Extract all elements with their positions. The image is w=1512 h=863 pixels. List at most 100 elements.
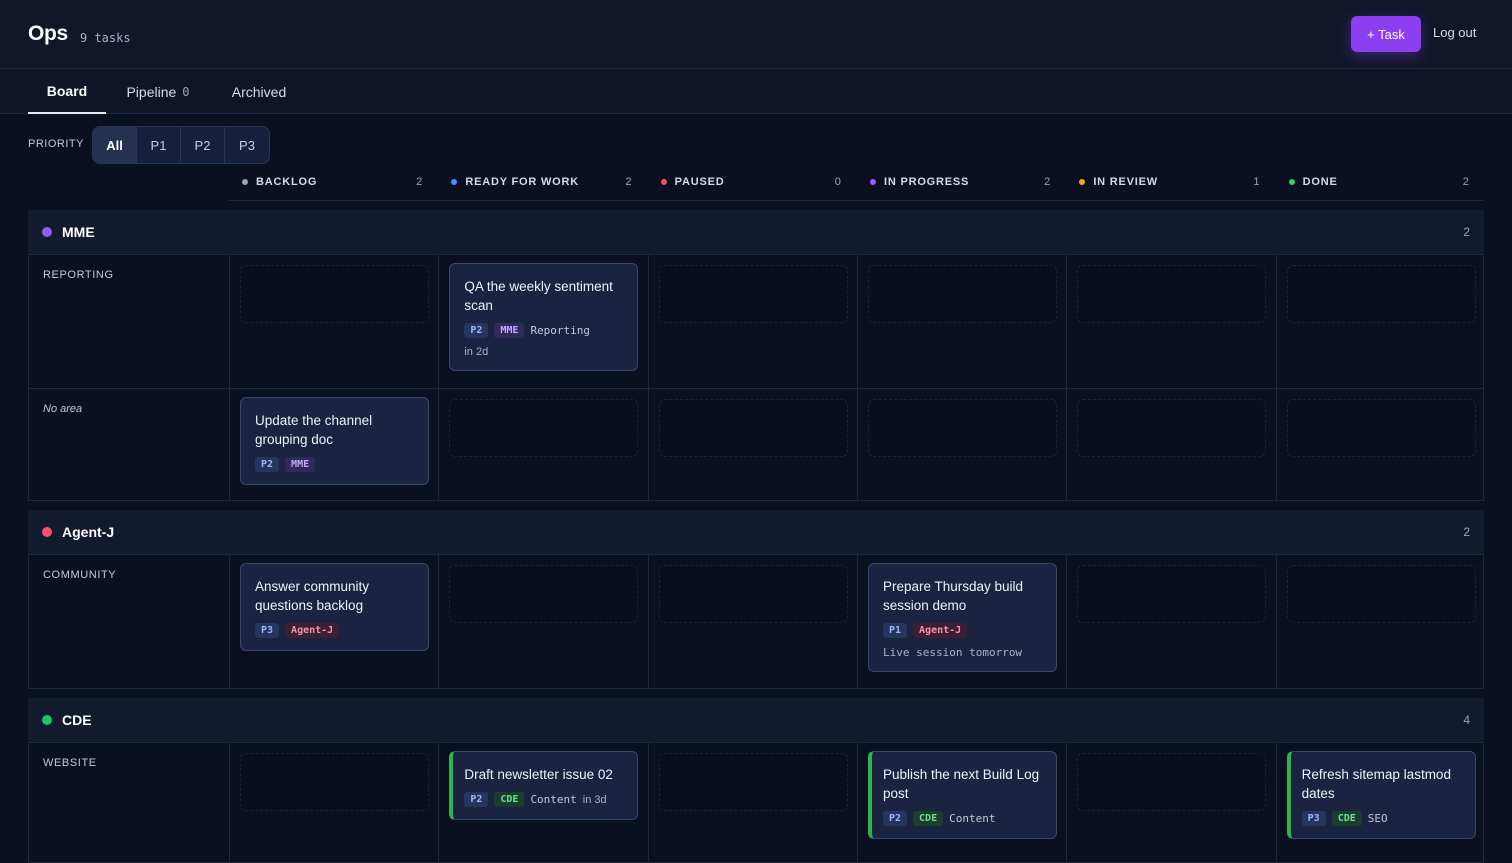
column-header-in-review[interactable]: IN REVIEW 1 xyxy=(1065,170,1274,194)
task-count: 9 tasks xyxy=(80,31,131,45)
board-cell[interactable]: Update the channel grouping doc P2 MME xyxy=(229,389,439,500)
board-cell[interactable] xyxy=(647,555,858,688)
empty-drop-zone[interactable] xyxy=(1077,399,1267,457)
board-cell[interactable]: Publish the next Build Log post P2 CDE Cont… xyxy=(856,743,1067,862)
swimlane-row-no-area: No area Update the channel grouping doc P2… xyxy=(28,389,1484,501)
tab-archived[interactable]: Archived xyxy=(218,69,300,114)
task-title: Draft newsletter issue 02 xyxy=(464,767,613,782)
status-dot-icon xyxy=(242,179,248,185)
priority-p2-button[interactable]: P2 xyxy=(181,127,225,163)
empty-drop-zone[interactable] xyxy=(658,265,848,323)
board-cell[interactable] xyxy=(438,389,648,500)
area-label: Content xyxy=(949,812,996,825)
column-header-done[interactable]: DONE 2 xyxy=(1275,170,1484,194)
project-badge: CDE xyxy=(913,811,944,826)
group-count: 2 xyxy=(1463,525,1470,539)
board-cell[interactable] xyxy=(1066,555,1276,688)
priority-all-button[interactable]: All xyxy=(93,127,137,163)
empty-drop-zone[interactable] xyxy=(1286,265,1476,323)
empty-drop-zone[interactable] xyxy=(658,565,848,623)
due-label: in 3d xyxy=(582,793,607,806)
column-count: 2 xyxy=(1462,176,1470,188)
column-count: 1 xyxy=(1253,176,1261,188)
add-task-button[interactable]: + Task xyxy=(1351,16,1421,52)
board-cell[interactable]: Answer community questions backlog P3 Agen… xyxy=(229,555,439,688)
board-cell[interactable]: QA the weekly sentiment scan P2 MME Reporti… xyxy=(438,255,648,388)
board-cell[interactable] xyxy=(856,255,1067,388)
board-cell[interactable]: Refresh sitemap lastmod dates P3 CDE SEO xyxy=(1275,743,1486,862)
swimlane-row-reporting: REPORTING QA the weekly sentiment scan P2 M… xyxy=(28,255,1484,389)
board-cell[interactable] xyxy=(229,255,439,388)
task-card[interactable]: Prepare Thursday build session demo P1 Age… xyxy=(867,563,1057,672)
column-header-ready-for-work[interactable]: READY FOR WORK 2 xyxy=(437,170,646,194)
column-title: READY FOR WORK xyxy=(465,176,579,188)
column-header-paused[interactable]: PAUSED 0 xyxy=(647,170,856,194)
tab-pipeline[interactable]: Pipeline 0 xyxy=(112,69,204,114)
board-cell[interactable] xyxy=(647,389,858,500)
task-card[interactable]: Answer community questions backlog P3 Agen… xyxy=(240,563,429,651)
group-header-agent-j[interactable]: Agent-J 2 xyxy=(28,510,1484,555)
board-cell[interactable] xyxy=(438,555,648,688)
empty-drop-zone[interactable] xyxy=(1077,265,1267,323)
board-cell[interactable] xyxy=(647,255,858,388)
column-count: 2 xyxy=(416,176,423,188)
task-title: Prepare Thursday build session demo xyxy=(882,579,1024,613)
board-cell[interactable] xyxy=(1066,389,1276,500)
empty-drop-zone[interactable] xyxy=(658,399,848,457)
tab-label: Board xyxy=(46,82,88,99)
empty-drop-zone[interactable] xyxy=(240,265,429,323)
row-label: REPORTING xyxy=(43,269,114,281)
board-cell[interactable] xyxy=(1066,743,1276,862)
board-cell[interactable]: Prepare Thursday build session demo P1 Age… xyxy=(856,555,1067,688)
view-tabs: Board Pipeline 0 Archived xyxy=(0,69,1512,114)
row-label: WEBSITE xyxy=(43,757,97,769)
empty-drop-zone[interactable] xyxy=(449,565,639,623)
empty-drop-zone[interactable] xyxy=(658,753,848,811)
empty-drop-zone[interactable] xyxy=(449,399,639,457)
board-cell[interactable] xyxy=(647,743,858,862)
priority-filter: All P1 P2 P3 xyxy=(92,126,270,164)
empty-drop-zone[interactable] xyxy=(1286,565,1476,623)
board-cell[interactable] xyxy=(1275,389,1486,500)
group-name: MME xyxy=(62,224,95,240)
empty-drop-zone[interactable] xyxy=(1077,565,1267,623)
board-cell[interactable] xyxy=(1066,255,1276,388)
tab-board[interactable]: Board xyxy=(28,69,106,114)
swimlane-row-website: WEBSITE Draft newsletter issue 02 P2 CDE Con… xyxy=(28,743,1484,863)
task-card[interactable]: Update the channel grouping doc P2 MME xyxy=(240,397,429,485)
top-bar: Ops 9 tasks + Task Log out xyxy=(0,0,1512,69)
empty-drop-zone[interactable] xyxy=(240,753,429,811)
priority-badge: P3 xyxy=(1301,811,1326,826)
group-header-cde[interactable]: CDE 4 xyxy=(28,698,1484,743)
board-cell[interactable] xyxy=(229,743,439,862)
empty-drop-zone[interactable] xyxy=(867,399,1057,457)
board-cell[interactable] xyxy=(1275,255,1486,388)
task-card[interactable]: Publish the next Build Log post P2 CDE Cont… xyxy=(867,751,1057,839)
group-header-mme[interactable]: MME 2 xyxy=(28,210,1484,255)
project-badge: Agent-J xyxy=(285,623,340,638)
column-header-in-progress[interactable]: IN PROGRESS 2 xyxy=(856,170,1065,194)
empty-drop-zone[interactable] xyxy=(1286,399,1476,457)
empty-drop-zone[interactable] xyxy=(867,265,1057,323)
app-title: Ops xyxy=(28,22,68,45)
project-badge: CDE xyxy=(1331,811,1362,826)
empty-drop-zone[interactable] xyxy=(1077,753,1267,811)
board-cell[interactable]: Draft newsletter issue 02 P2 CDE Content in … xyxy=(438,743,648,862)
task-card[interactable]: Refresh sitemap lastmod dates P3 CDE SEO xyxy=(1286,751,1476,839)
task-card[interactable]: Draft newsletter issue 02 P2 CDE Content in … xyxy=(449,751,639,820)
task-tags: P3 CDE SEO xyxy=(1301,811,1461,826)
project-badge: MME xyxy=(285,457,316,472)
board-cell[interactable] xyxy=(856,389,1067,500)
column-header-backlog[interactable]: BACKLOG 2 xyxy=(228,170,437,194)
priority-p1-button[interactable]: P1 xyxy=(137,127,181,163)
board-cell[interactable] xyxy=(1275,555,1486,688)
group-count: 4 xyxy=(1463,713,1470,727)
task-title: QA the weekly sentiment scan xyxy=(464,279,613,313)
logout-link[interactable]: Log out xyxy=(1433,25,1476,40)
task-title: Answer community questions backlog xyxy=(255,579,370,613)
column-count: 2 xyxy=(625,176,633,188)
task-card[interactable]: QA the weekly sentiment scan P2 MME Reporti… xyxy=(449,263,639,371)
group-dot-icon xyxy=(42,227,52,237)
column-headers: BACKLOG 2 READY FOR WORK 2 PAUSED 0 IN PROGRES… xyxy=(228,170,1484,201)
priority-p3-button[interactable]: P3 xyxy=(225,127,269,163)
